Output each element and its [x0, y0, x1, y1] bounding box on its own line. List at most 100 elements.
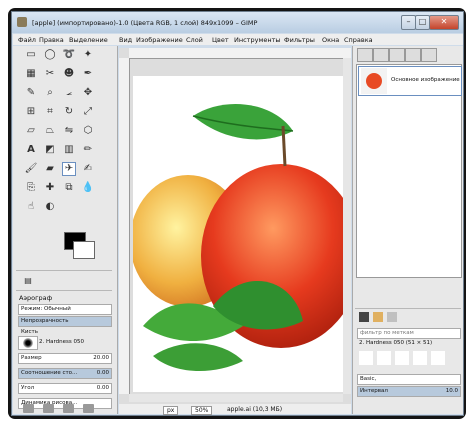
images-tab[interactable] — [421, 48, 437, 62]
reset-options-icon[interactable] — [83, 404, 94, 413]
bucket-fill-icon[interactable]: ◩ — [43, 143, 57, 157]
paintbrush-icon[interactable]: 🖌 — [24, 162, 38, 176]
rect-select-icon[interactable]: ▭ — [24, 48, 38, 62]
mode-select[interactable]: Режим: Обычный — [18, 304, 112, 315]
horizontal-scrollbar[interactable] — [129, 394, 343, 402]
mode-label: Режим: — [21, 306, 43, 312]
menu-edit[interactable]: Правка — [39, 36, 64, 44]
ink-icon[interactable]: ✍ — [81, 162, 95, 176]
foreground-select-icon[interactable]: ☻ — [62, 67, 76, 81]
status-bar: px 50% apple.ai (10,3 МБ) — [119, 404, 351, 415]
menu-layer[interactable]: Слой — [186, 36, 203, 44]
flip-icon[interactable]: ⇋ — [62, 124, 76, 138]
rotate-icon[interactable]: ↻ — [62, 105, 76, 119]
right-dock: Основное изображение фильтр по меткам 2.… — [352, 46, 463, 414]
size-label: Размер — [21, 355, 42, 361]
brush-soft[interactable] — [377, 351, 391, 365]
shear-icon[interactable]: ▱ — [24, 124, 38, 138]
fuzzy-select-icon[interactable]: ✦ — [81, 48, 95, 62]
airbrush-icon[interactable]: ✈ — [62, 162, 76, 176]
apple-thumbnail-icon — [366, 73, 382, 89]
tool-options-tab-icon[interactable]: ▤ — [21, 274, 35, 288]
divider — [355, 308, 461, 309]
brush-hard-medium[interactable] — [395, 351, 409, 365]
menu-help[interactable]: Справка — [344, 36, 373, 44]
unit-select[interactable]: px — [163, 406, 179, 415]
minimize-button[interactable]: – — [401, 15, 416, 30]
align-icon[interactable]: ⊞ — [24, 105, 38, 119]
layers-tab[interactable] — [357, 48, 373, 62]
restore-options-icon[interactable] — [43, 404, 54, 413]
tag-filter-input[interactable]: фильтр по меткам — [357, 328, 461, 339]
heal-icon[interactable]: ✚ — [43, 181, 57, 195]
brush-star[interactable] — [431, 351, 445, 365]
toolbox: ▭ ◯ ➰ ✦ ▦ ✂ ☻ ✒ ✎ ⌕ ⦟ ✥ ⊞ ⌗ ↻ ⤢ ▱ ⏢ ⇋ ⬡ … — [13, 46, 118, 414]
vertical-ruler[interactable] — [119, 58, 130, 394]
spacing-slider[interactable]: Интервал 10.0 — [357, 386, 461, 397]
menu-tools[interactable]: Инструменты — [234, 36, 281, 44]
scissors-icon[interactable]: ✂ — [43, 67, 57, 81]
menu-windows[interactable]: Окна — [322, 36, 339, 44]
perspective-clone-icon[interactable]: ⧉ — [62, 181, 76, 195]
eraser-icon[interactable]: ▰ — [43, 162, 57, 176]
paths-icon[interactable]: ✒ — [81, 67, 95, 81]
spacing-value: 10.0 — [445, 388, 458, 394]
aspect-ratio-slider[interactable]: Соотношение сто... 0.00 — [18, 368, 112, 379]
ellipse-select-icon[interactable]: ◯ — [43, 48, 57, 62]
patterns-tab[interactable] — [373, 312, 383, 322]
undo-tab[interactable] — [405, 48, 421, 62]
smudge-icon[interactable]: ☝ — [24, 200, 38, 214]
clone-icon[interactable]: ⎘ — [24, 181, 38, 195]
ratio-value: 0.00 — [96, 370, 109, 376]
opacity-slider[interactable]: Непрозрачность — [18, 316, 112, 327]
move-icon[interactable]: ✥ — [81, 86, 95, 100]
horizontal-ruler[interactable] — [129, 48, 351, 59]
zoom-select[interactable]: 50% — [191, 406, 213, 415]
measure-icon[interactable]: ⦟ — [62, 86, 76, 100]
zoom-icon[interactable]: ⌕ — [43, 86, 57, 100]
dodge-burn-icon[interactable]: ◐ — [43, 200, 57, 214]
image-canvas[interactable] — [133, 76, 343, 392]
menu-image[interactable]: Изображение — [136, 36, 183, 44]
layer-row[interactable]: Основное изображение — [358, 66, 462, 96]
vertical-scrollbar[interactable] — [343, 58, 351, 394]
size-slider[interactable]: Размер 20.00 — [18, 353, 112, 364]
menu-filters[interactable]: Фильтры — [284, 36, 315, 44]
brushes-tab[interactable] — [359, 312, 369, 322]
menu-file[interactable]: Файл — [18, 36, 36, 44]
scale-icon[interactable]: ⤢ — [81, 105, 95, 119]
channels-tab[interactable] — [373, 48, 389, 62]
apple-image — [133, 104, 343, 372]
save-options-icon[interactable] — [23, 404, 34, 413]
background-color-swatch[interactable] — [73, 241, 95, 259]
pencil-icon[interactable]: ✏ — [81, 143, 95, 157]
crop-icon[interactable]: ⌗ — [43, 105, 57, 119]
opacity-label: Непрозрачность — [21, 318, 69, 324]
angle-slider[interactable]: Угол 0.00 — [18, 383, 112, 394]
color-picker-icon[interactable]: ✎ — [24, 86, 38, 100]
menu-select[interactable]: Выделение — [69, 36, 108, 44]
close-button[interactable]: ✕ — [429, 15, 459, 30]
gimp-icon — [17, 17, 27, 27]
blend-icon[interactable]: ▥ — [62, 143, 76, 157]
menu-bar: Файл Правка Выделение Вид Изображение Сл… — [13, 34, 463, 45]
brush-hard-large[interactable] — [413, 351, 427, 365]
menu-view[interactable]: Вид — [119, 36, 132, 44]
perspective-icon[interactable]: ⏢ — [43, 124, 57, 138]
title-bar[interactable]: [apple] (импортировано)-1.0 (Цвета RGB, … — [12, 12, 463, 33]
menu-color[interactable]: Цвет — [212, 36, 229, 44]
brush-preview[interactable] — [18, 336, 38, 350]
paths-tab[interactable] — [389, 48, 405, 62]
gradients-tab[interactable] — [387, 312, 397, 322]
maximize-button[interactable]: □ — [415, 15, 430, 30]
free-select-icon[interactable]: ➰ — [62, 48, 76, 62]
text-icon[interactable]: A — [24, 143, 38, 157]
brush-small[interactable] — [359, 351, 373, 365]
layers-list: Основное изображение — [356, 64, 462, 278]
color-select-icon[interactable]: ▦ — [24, 67, 38, 81]
brush-tag-input[interactable]: Basic, — [357, 374, 461, 385]
blur-icon[interactable]: 💧 — [81, 181, 95, 195]
brush-value: 2. Hardness 050 — [39, 339, 85, 345]
cage-icon[interactable]: ⬡ — [81, 124, 95, 138]
delete-options-icon[interactable] — [63, 404, 74, 413]
